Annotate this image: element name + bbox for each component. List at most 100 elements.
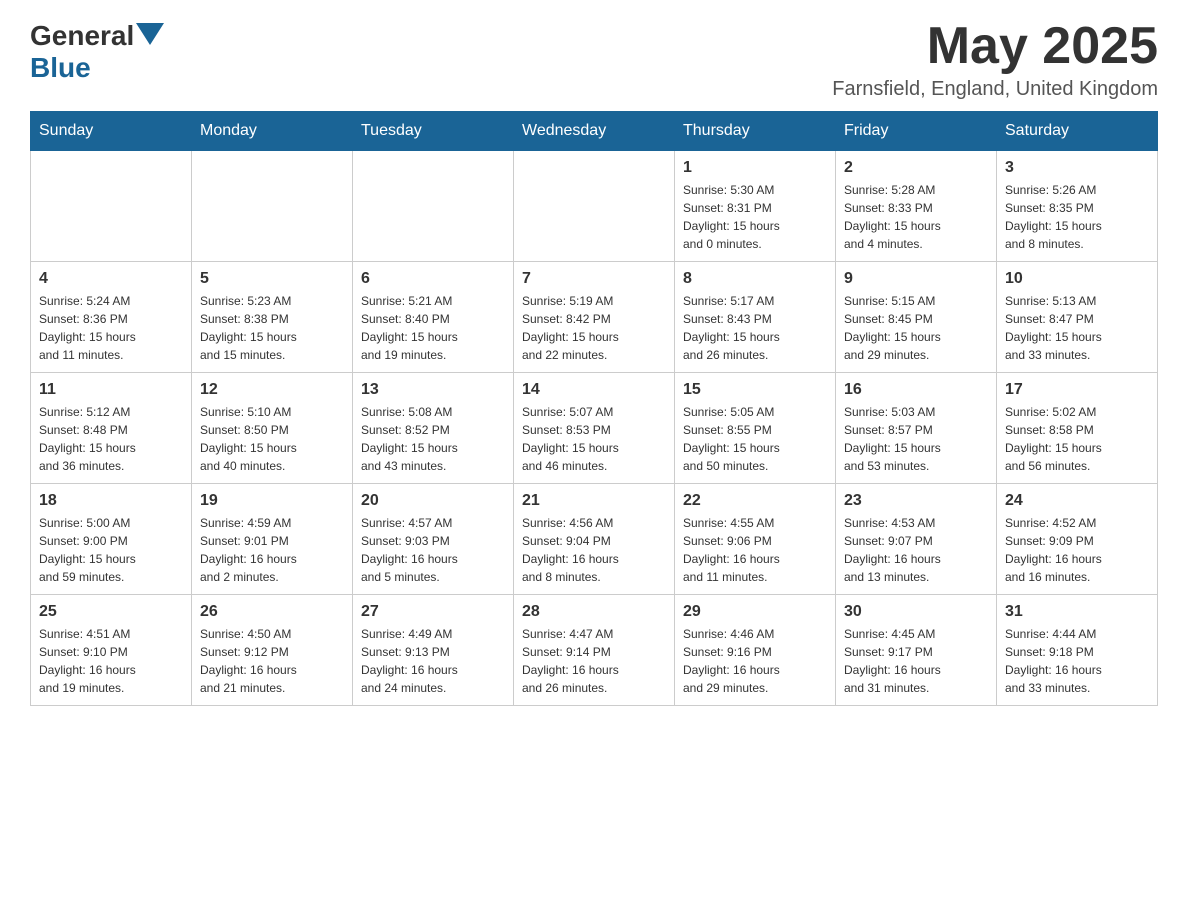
- week-row-3: 11Sunrise: 5:12 AM Sunset: 8:48 PM Dayli…: [31, 373, 1158, 484]
- day-info: Sunrise: 4:52 AM Sunset: 9:09 PM Dayligh…: [1005, 514, 1149, 586]
- day-number: 3: [1005, 159, 1149, 177]
- day-number: 19: [200, 492, 344, 510]
- day-number: 18: [39, 492, 183, 510]
- day-info: Sunrise: 4:47 AM Sunset: 9:14 PM Dayligh…: [522, 625, 666, 697]
- logo-blue-text: Blue: [30, 52, 91, 83]
- day-number: 4: [39, 270, 183, 288]
- day-number: 8: [683, 270, 827, 288]
- day-info: Sunrise: 5:23 AM Sunset: 8:38 PM Dayligh…: [200, 292, 344, 364]
- day-info: Sunrise: 5:03 AM Sunset: 8:57 PM Dayligh…: [844, 403, 988, 475]
- calendar-cell: 4 Sunrise: 5:24 AM Sunset: 8:36 PM Daylig…: [31, 262, 192, 373]
- day-number: 22: [683, 492, 827, 510]
- calendar-cell: 11Sunrise: 5:12 AM Sunset: 8:48 PM Dayli…: [31, 373, 192, 484]
- day-number: 28: [522, 603, 666, 621]
- calendar-table: SundayMondayTuesdayWednesdayThursdayFrid…: [30, 111, 1158, 706]
- calendar-cell: 3Sunrise: 5:26 AM Sunset: 8:35 PM Daylig…: [997, 151, 1158, 262]
- day-info: Sunrise: 4:44 AM Sunset: 9:18 PM Dayligh…: [1005, 625, 1149, 697]
- logo: General Blue: [30, 20, 164, 84]
- day-number: 21: [522, 492, 666, 510]
- calendar-cell: 31 Sunrise: 4:44 AM Sunset: 9:18 PM Dayli…: [997, 595, 1158, 706]
- calendar-cell: [31, 151, 192, 262]
- header-sunday: Sunday: [31, 112, 192, 151]
- day-number: 12: [200, 381, 344, 399]
- day-info: Sunrise: 5:02 AM Sunset: 8:58 PM Dayligh…: [1005, 403, 1149, 475]
- day-number: 25: [39, 603, 183, 621]
- calendar-cell: 10 Sunrise: 5:13 AM Sunset: 8:47 PM Dayli…: [997, 262, 1158, 373]
- calendar-cell: 22 Sunrise: 4:55 AM Sunset: 9:06 PM Dayli…: [675, 484, 836, 595]
- calendar-cell: [192, 151, 353, 262]
- week-row-2: 4 Sunrise: 5:24 AM Sunset: 8:36 PM Daylig…: [31, 262, 1158, 373]
- day-info: Sunrise: 5:08 AM Sunset: 8:52 PM Dayligh…: [361, 403, 505, 475]
- day-number: 26: [200, 603, 344, 621]
- day-info: Sunrise: 5:15 AM Sunset: 8:45 PM Dayligh…: [844, 292, 988, 364]
- header-friday: Friday: [836, 112, 997, 151]
- week-row-1: 1 Sunrise: 5:30 AM Sunset: 8:31 PM Daylig…: [31, 151, 1158, 262]
- location-subtitle: Farnsfield, England, United Kingdom: [832, 78, 1158, 101]
- day-info: Sunrise: 4:57 AM Sunset: 9:03 PM Dayligh…: [361, 514, 505, 586]
- calendar-cell: 28 Sunrise: 4:47 AM Sunset: 9:14 PM Dayli…: [514, 595, 675, 706]
- calendar-cell: 1 Sunrise: 5:30 AM Sunset: 8:31 PM Daylig…: [675, 151, 836, 262]
- day-number: 1: [683, 159, 827, 177]
- day-info: Sunrise: 4:50 AM Sunset: 9:12 PM Dayligh…: [200, 625, 344, 697]
- day-info: Sunrise: 4:45 AM Sunset: 9:17 PM Dayligh…: [844, 625, 988, 697]
- week-row-5: 25 Sunrise: 4:51 AM Sunset: 9:10 PM Dayli…: [31, 595, 1158, 706]
- header-monday: Monday: [192, 112, 353, 151]
- day-number: 10: [1005, 270, 1149, 288]
- day-info: Sunrise: 4:56 AM Sunset: 9:04 PM Dayligh…: [522, 514, 666, 586]
- calendar-cell: 27Sunrise: 4:49 AM Sunset: 9:13 PM Dayli…: [353, 595, 514, 706]
- day-info: Sunrise: 5:10 AM Sunset: 8:50 PM Dayligh…: [200, 403, 344, 475]
- calendar-cell: 15 Sunrise: 5:05 AM Sunset: 8:55 PM Dayli…: [675, 373, 836, 484]
- day-info: Sunrise: 4:53 AM Sunset: 9:07 PM Dayligh…: [844, 514, 988, 586]
- calendar-cell: 26 Sunrise: 4:50 AM Sunset: 9:12 PM Dayli…: [192, 595, 353, 706]
- day-info: Sunrise: 4:51 AM Sunset: 9:10 PM Dayligh…: [39, 625, 183, 697]
- day-info: Sunrise: 5:17 AM Sunset: 8:43 PM Dayligh…: [683, 292, 827, 364]
- day-info: Sunrise: 5:05 AM Sunset: 8:55 PM Dayligh…: [683, 403, 827, 475]
- calendar-cell: 19 Sunrise: 4:59 AM Sunset: 9:01 PM Dayli…: [192, 484, 353, 595]
- week-row-4: 18 Sunrise: 5:00 AM Sunset: 9:00 PM Dayli…: [31, 484, 1158, 595]
- page-header: General Blue May 2025 Farnsfield, Englan…: [30, 20, 1158, 101]
- day-info: Sunrise: 5:13 AM Sunset: 8:47 PM Dayligh…: [1005, 292, 1149, 364]
- logo-triangle-icon: [136, 23, 164, 45]
- day-info: Sunrise: 5:00 AM Sunset: 9:00 PM Dayligh…: [39, 514, 183, 586]
- calendar-cell: 8 Sunrise: 5:17 AM Sunset: 8:43 PM Daylig…: [675, 262, 836, 373]
- day-number: 13: [361, 381, 505, 399]
- day-info: Sunrise: 4:55 AM Sunset: 9:06 PM Dayligh…: [683, 514, 827, 586]
- day-number: 27: [361, 603, 505, 621]
- calendar-cell: 17 Sunrise: 5:02 AM Sunset: 8:58 PM Dayli…: [997, 373, 1158, 484]
- day-number: 7: [522, 270, 666, 288]
- calendar-cell: 30Sunrise: 4:45 AM Sunset: 9:17 PM Dayli…: [836, 595, 997, 706]
- calendar-cell: 21 Sunrise: 4:56 AM Sunset: 9:04 PM Dayli…: [514, 484, 675, 595]
- day-info: Sunrise: 5:30 AM Sunset: 8:31 PM Dayligh…: [683, 181, 827, 253]
- day-number: 2: [844, 159, 988, 177]
- day-info: Sunrise: 5:24 AM Sunset: 8:36 PM Dayligh…: [39, 292, 183, 364]
- day-number: 9: [844, 270, 988, 288]
- day-number: 20: [361, 492, 505, 510]
- day-number: 16: [844, 381, 988, 399]
- calendar-cell: 16 Sunrise: 5:03 AM Sunset: 8:57 PM Dayli…: [836, 373, 997, 484]
- logo-general-text: General: [30, 20, 134, 52]
- day-info: Sunrise: 5:21 AM Sunset: 8:40 PM Dayligh…: [361, 292, 505, 364]
- calendar-header-row: SundayMondayTuesdayWednesdayThursdayFrid…: [31, 112, 1158, 151]
- day-info: Sunrise: 4:46 AM Sunset: 9:16 PM Dayligh…: [683, 625, 827, 697]
- calendar-cell: 29Sunrise: 4:46 AM Sunset: 9:16 PM Dayli…: [675, 595, 836, 706]
- day-info: Sunrise: 5:19 AM Sunset: 8:42 PM Dayligh…: [522, 292, 666, 364]
- calendar-cell: 24 Sunrise: 4:52 AM Sunset: 9:09 PM Dayli…: [997, 484, 1158, 595]
- month-year-title: May 2025: [832, 20, 1158, 72]
- day-number: 17: [1005, 381, 1149, 399]
- header-wednesday: Wednesday: [514, 112, 675, 151]
- header-tuesday: Tuesday: [353, 112, 514, 151]
- day-number: 24: [1005, 492, 1149, 510]
- calendar-cell: 25 Sunrise: 4:51 AM Sunset: 9:10 PM Dayli…: [31, 595, 192, 706]
- day-info: Sunrise: 4:59 AM Sunset: 9:01 PM Dayligh…: [200, 514, 344, 586]
- calendar-cell: 2 Sunrise: 5:28 AM Sunset: 8:33 PM Daylig…: [836, 151, 997, 262]
- day-number: 6: [361, 270, 505, 288]
- day-number: 31: [1005, 603, 1149, 621]
- calendar-cell: 12 Sunrise: 5:10 AM Sunset: 8:50 PM Dayli…: [192, 373, 353, 484]
- header-saturday: Saturday: [997, 112, 1158, 151]
- day-info: Sunrise: 5:07 AM Sunset: 8:53 PM Dayligh…: [522, 403, 666, 475]
- day-info: Sunrise: 5:28 AM Sunset: 8:33 PM Dayligh…: [844, 181, 988, 253]
- day-number: 23: [844, 492, 988, 510]
- day-number: 15: [683, 381, 827, 399]
- calendar-cell: 18 Sunrise: 5:00 AM Sunset: 9:00 PM Dayli…: [31, 484, 192, 595]
- calendar-cell: 23 Sunrise: 4:53 AM Sunset: 9:07 PM Dayli…: [836, 484, 997, 595]
